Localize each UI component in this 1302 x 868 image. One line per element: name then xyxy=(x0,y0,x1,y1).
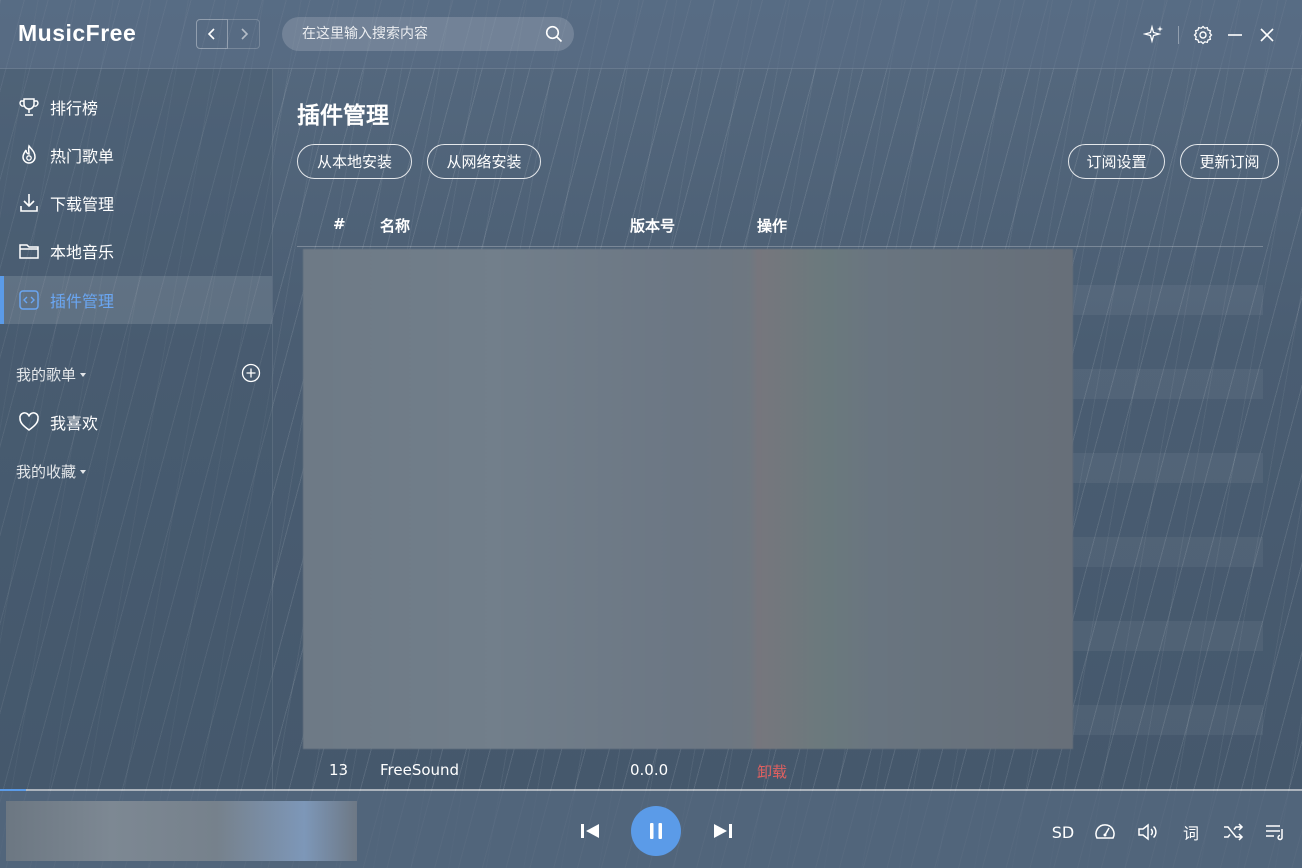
sidebar-item-label: 热门歌单 xyxy=(50,147,115,166)
table-row-stripe xyxy=(1073,285,1263,315)
playlist-queue-button[interactable] xyxy=(1262,819,1288,845)
history-nav xyxy=(196,19,260,49)
close-button[interactable] xyxy=(1256,24,1278,46)
download-icon xyxy=(18,192,40,214)
forward-button[interactable] xyxy=(228,19,260,49)
table-row-stripe xyxy=(1073,453,1263,483)
back-button[interactable] xyxy=(196,19,228,49)
plus-circle-icon xyxy=(241,363,261,383)
column-header-index: # xyxy=(333,215,346,233)
sidebar-item-label: 本地音乐 xyxy=(50,243,115,262)
table-row-stripe xyxy=(1073,537,1263,567)
table-row[interactable]: 13 FreeSound 0.0.0 卸载 xyxy=(297,749,1263,793)
speed-button[interactable] xyxy=(1092,819,1118,845)
settings-button[interactable] xyxy=(1192,24,1214,46)
pause-button[interactable] xyxy=(631,806,681,856)
sidebar-item-hot-playlists[interactable]: 热门歌单 xyxy=(0,131,272,179)
quality-label: SD xyxy=(1051,822,1075,842)
skip-previous-icon xyxy=(581,824,599,838)
flame-icon xyxy=(18,144,40,166)
speedometer-icon xyxy=(1095,824,1115,839)
player-bar: SD 词 xyxy=(0,791,1302,868)
column-header-version: 版本号 xyxy=(630,217,676,235)
heart-icon xyxy=(18,411,40,433)
sidebar-item-favorites[interactable]: 我喜欢 xyxy=(0,398,272,446)
titlebar-divider xyxy=(1178,26,1179,44)
sidebar-item-downloads[interactable]: 下载管理 xyxy=(0,179,272,227)
next-button[interactable] xyxy=(711,819,735,843)
title-bar: MusicFree xyxy=(0,0,1302,69)
table-row-stripe xyxy=(1073,705,1263,735)
sidebar-item-label: 插件管理 xyxy=(50,292,115,311)
trophy-icon xyxy=(18,96,40,118)
plugin-version: 0.0.0 xyxy=(630,761,669,779)
lyrics-button[interactable]: 词 xyxy=(1178,819,1204,845)
minimize-icon xyxy=(1228,34,1242,36)
playlist-icon xyxy=(1266,825,1283,841)
subscription-settings-button[interactable]: 订阅设置 xyxy=(1068,144,1165,179)
sidebar-item-label: 下载管理 xyxy=(50,195,115,214)
app-logo: MusicFree xyxy=(18,20,137,46)
now-playing-info-redacted xyxy=(6,801,357,861)
install-network-button[interactable]: 从网络安装 xyxy=(427,144,541,179)
sidebar-item-local-music[interactable]: 本地音乐 xyxy=(0,227,272,275)
table-row-stripe xyxy=(1073,621,1263,651)
folder-icon xyxy=(18,240,40,262)
plugin-management-page: 插件管理 从本地安装 从网络安装 订阅设置 更新订阅 # 名称 版本号 操作 1… xyxy=(273,69,1302,789)
add-playlist-button[interactable] xyxy=(241,363,261,387)
section-label: 我的收藏 xyxy=(16,463,77,481)
my-collections-toggle[interactable]: 我的收藏 xyxy=(16,461,87,482)
plugin-name: FreeSound xyxy=(380,761,460,779)
column-header-name: 名称 xyxy=(380,217,411,235)
gear-icon xyxy=(1193,25,1213,45)
sidebar-item-label: 排行榜 xyxy=(50,99,99,118)
chevron-left-icon xyxy=(207,28,215,40)
update-subscription-button[interactable]: 更新订阅 xyxy=(1180,144,1279,179)
volume-button[interactable] xyxy=(1135,819,1161,845)
pause-icon xyxy=(650,823,662,839)
lyrics-label: 词 xyxy=(1182,824,1199,843)
sparkle-icon xyxy=(1143,24,1163,44)
sidebar: 排行榜 热门歌单 下载管理 本地音乐 插件管理 我的歌单 我喜欢 我的收藏 xyxy=(0,69,273,789)
column-header-actions: 操作 xyxy=(757,217,788,235)
theme-button[interactable] xyxy=(1143,24,1165,46)
table-header: # 名称 版本号 操作 xyxy=(297,205,1263,247)
page-title: 插件管理 xyxy=(297,103,389,129)
sidebar-item-label: 我喜欢 xyxy=(50,414,99,433)
search-box xyxy=(282,17,574,51)
caret-down-icon xyxy=(80,469,87,474)
my-playlists-toggle[interactable]: 我的歌单 xyxy=(16,364,87,385)
close-icon xyxy=(1260,28,1274,42)
install-local-button[interactable]: 从本地安装 xyxy=(297,144,412,179)
search-icon[interactable] xyxy=(545,25,563,43)
shuffle-icon xyxy=(1224,823,1244,841)
sidebar-item-plugins[interactable]: 插件管理 xyxy=(0,276,272,324)
code-icon xyxy=(18,289,40,311)
chevron-right-icon xyxy=(240,28,248,40)
row-index: 13 xyxy=(329,761,349,779)
quality-button[interactable]: SD xyxy=(1050,819,1076,845)
section-label: 我的歌单 xyxy=(16,366,77,384)
sidebar-item-charts[interactable]: 排行榜 xyxy=(0,83,272,131)
redacted-plugin-list xyxy=(303,249,1073,749)
uninstall-link[interactable]: 卸载 xyxy=(757,761,787,782)
caret-down-icon xyxy=(80,372,87,377)
minimize-button[interactable] xyxy=(1224,24,1246,46)
table-row-stripe xyxy=(1073,369,1263,399)
shuffle-button[interactable] xyxy=(1220,819,1246,845)
previous-button[interactable] xyxy=(578,819,602,843)
skip-next-icon xyxy=(714,824,732,838)
search-input[interactable] xyxy=(300,25,534,43)
volume-icon xyxy=(1138,823,1157,841)
